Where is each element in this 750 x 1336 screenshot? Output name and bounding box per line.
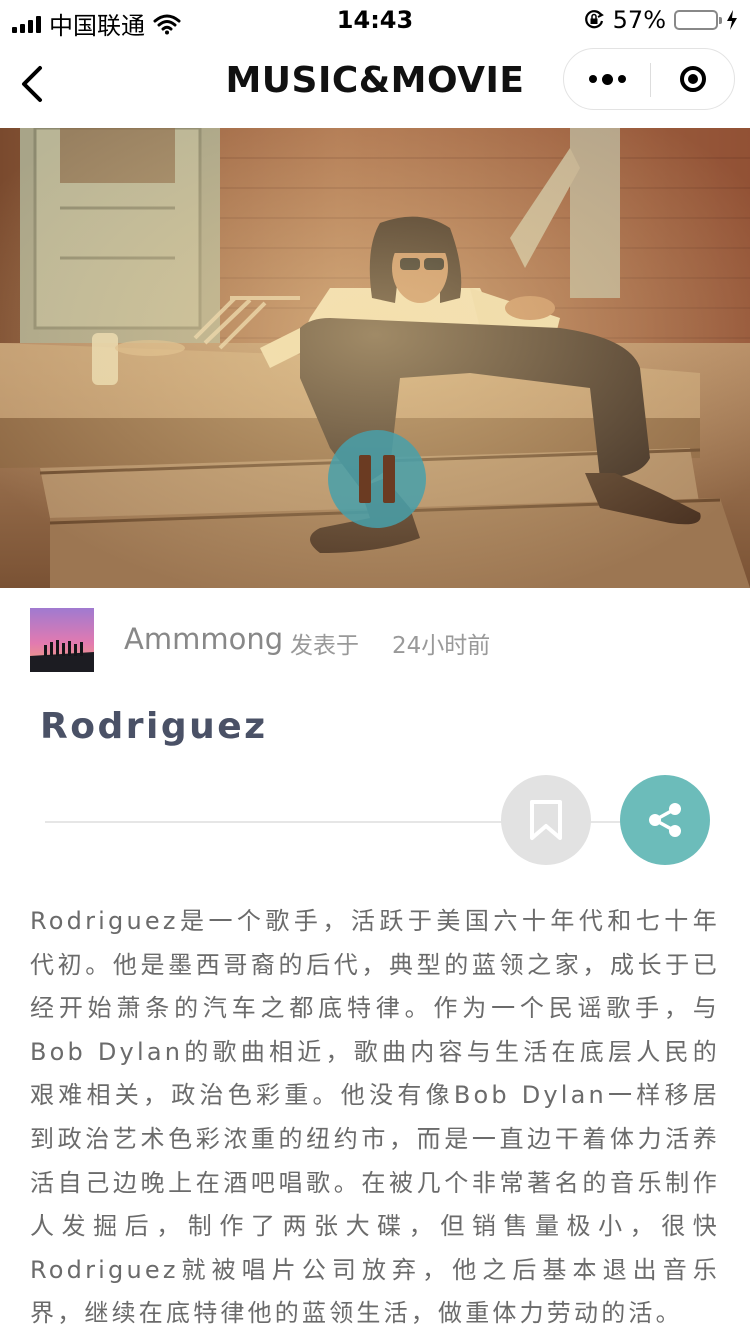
more-icon[interactable] bbox=[564, 49, 650, 109]
action-row bbox=[0, 775, 750, 867]
hero-image[interactable] bbox=[0, 128, 750, 588]
close-icon[interactable] bbox=[651, 49, 735, 109]
mini-program-capsule bbox=[563, 48, 735, 110]
share-button[interactable] bbox=[620, 775, 710, 865]
status-bar: 中国联通 14:43 57% bbox=[0, 0, 750, 40]
status-right: 57% bbox=[583, 6, 738, 34]
divider-line bbox=[45, 821, 705, 823]
share-icon bbox=[649, 803, 681, 837]
posted-time: 24小时前 bbox=[392, 633, 491, 659]
bookmark-button[interactable] bbox=[501, 775, 591, 865]
nav-bar: MUSIC&MOVIE bbox=[0, 40, 750, 128]
author-row: Ammmong 发表于 24小时前 bbox=[30, 608, 730, 672]
article-body: Rodriguez是一个歌手，活跃于美国六十年代和七十年代初。他是墨西哥裔的后代… bbox=[30, 907, 720, 1328]
avatar[interactable] bbox=[30, 608, 94, 672]
orientation-lock-icon bbox=[584, 10, 604, 29]
battery-percent: 57% bbox=[612, 6, 666, 34]
article-title: Rodriguez bbox=[40, 706, 268, 747]
posted-label: 发表于 bbox=[290, 633, 359, 659]
battery-icon bbox=[674, 10, 722, 30]
author-name[interactable]: Ammmong bbox=[124, 622, 283, 656]
pause-icon[interactable] bbox=[328, 430, 426, 528]
bookmark-icon bbox=[530, 800, 562, 840]
charging-icon bbox=[727, 10, 737, 30]
